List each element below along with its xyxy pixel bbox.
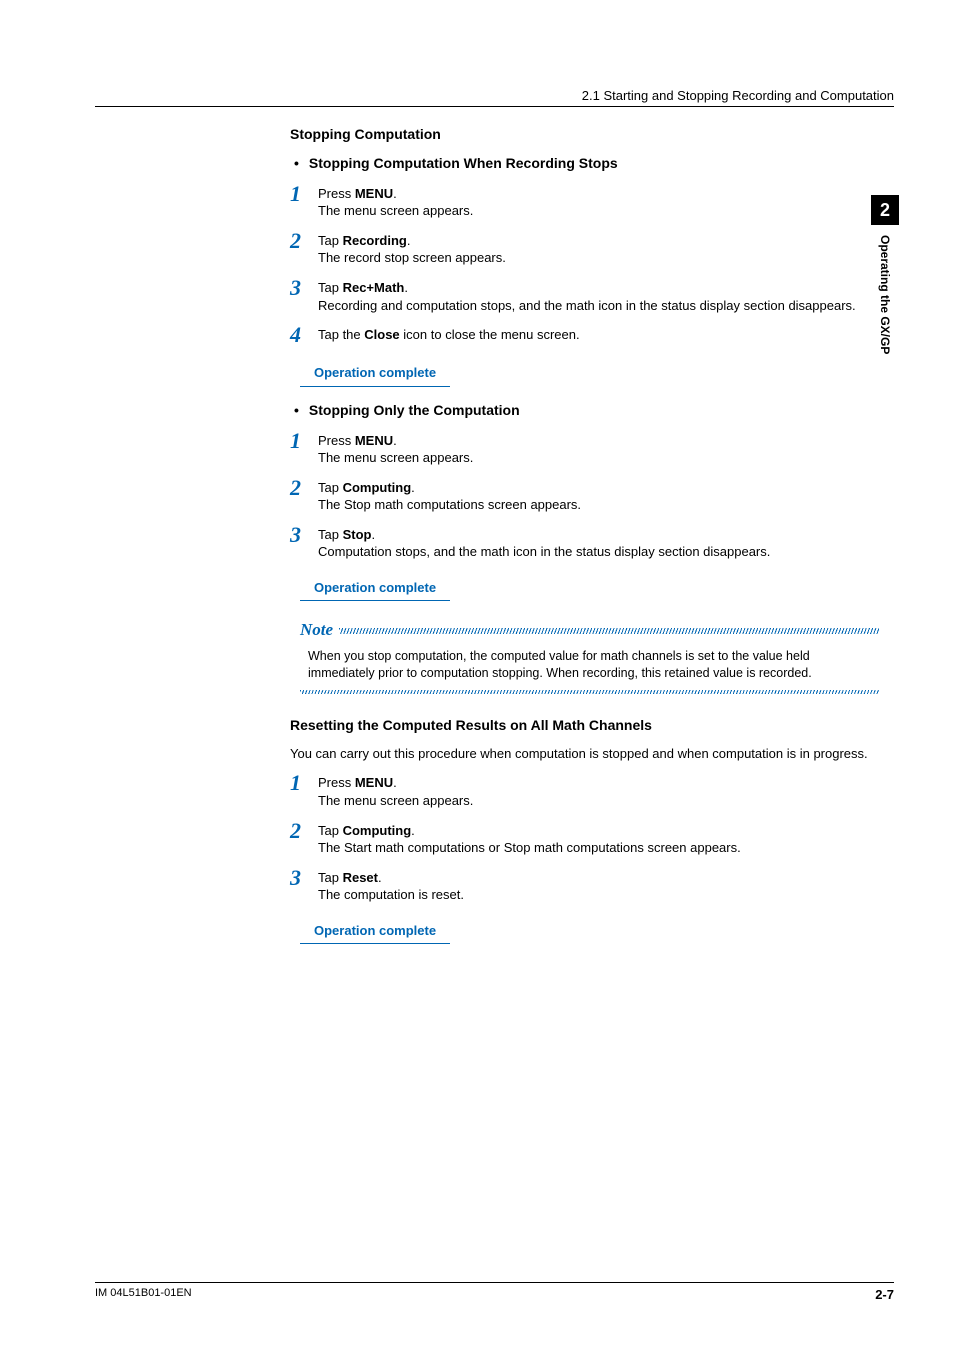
subsection-heading: • Stopping Computation When Recording St… [294, 154, 879, 173]
step-number: 2 [290, 477, 318, 514]
footer-pagenum: 2-7 [875, 1287, 894, 1302]
note-body: When you stop computation, the computed … [300, 642, 879, 686]
note-label: Note [300, 619, 333, 642]
section-heading: Stopping Computation [290, 125, 879, 144]
operation-complete-badge: Operation complete [300, 575, 450, 602]
operation-complete-badge: Operation complete [300, 360, 450, 387]
step-item: 1 Press MENU. The menu screen appears. [290, 183, 879, 220]
section-intro: You can carry out this procedure when co… [290, 745, 879, 763]
chapter-number: 2 [871, 195, 899, 225]
step-item: 3 Tap Stop. Computation stops, and the m… [290, 524, 879, 561]
step-number: 1 [290, 183, 318, 220]
hatch-decor [339, 628, 879, 634]
step-item: 1 Press MENU. The menu screen appears. [290, 772, 879, 809]
bullet-icon: • [294, 154, 299, 173]
step-number: 3 [290, 524, 318, 561]
step-number: 2 [290, 230, 318, 267]
header-breadcrumb: 2.1 Starting and Stopping Recording and … [95, 88, 894, 107]
operation-complete-badge: Operation complete [300, 918, 450, 945]
bullet-icon: • [294, 401, 299, 420]
subsection-heading: • Stopping Only the Computation [294, 401, 879, 420]
step-number: 3 [290, 867, 318, 904]
step-number: 2 [290, 820, 318, 857]
step-item: 2 Tap Computing. The Start math computat… [290, 820, 879, 857]
section-heading: Resetting the Computed Results on All Ma… [290, 716, 879, 735]
page-footer: IM 04L51B01-01EN 2-7 [95, 1282, 894, 1302]
chapter-tab: 2 Operating the GX/GP [870, 195, 900, 354]
hatch-decor [300, 690, 879, 694]
step-number: 3 [290, 277, 318, 314]
step-item: 2 Tap Recording. The record stop screen … [290, 230, 879, 267]
step-item: 3 Tap Rec+Math. Recording and computatio… [290, 277, 879, 314]
step-item: 3 Tap Reset. The computation is reset. [290, 867, 879, 904]
step-number: 4 [290, 324, 318, 346]
step-item: 4 Tap the Close icon to close the menu s… [290, 324, 879, 346]
chapter-title: Operating the GX/GP [878, 235, 892, 354]
note-block: Note When you stop computation, the comp… [300, 619, 879, 694]
step-number: 1 [290, 772, 318, 809]
step-item: 2 Tap Computing. The Stop math computati… [290, 477, 879, 514]
step-item: 1 Press MENU. The menu screen appears. [290, 430, 879, 467]
step-number: 1 [290, 430, 318, 467]
footer-docid: IM 04L51B01-01EN [95, 1287, 192, 1302]
